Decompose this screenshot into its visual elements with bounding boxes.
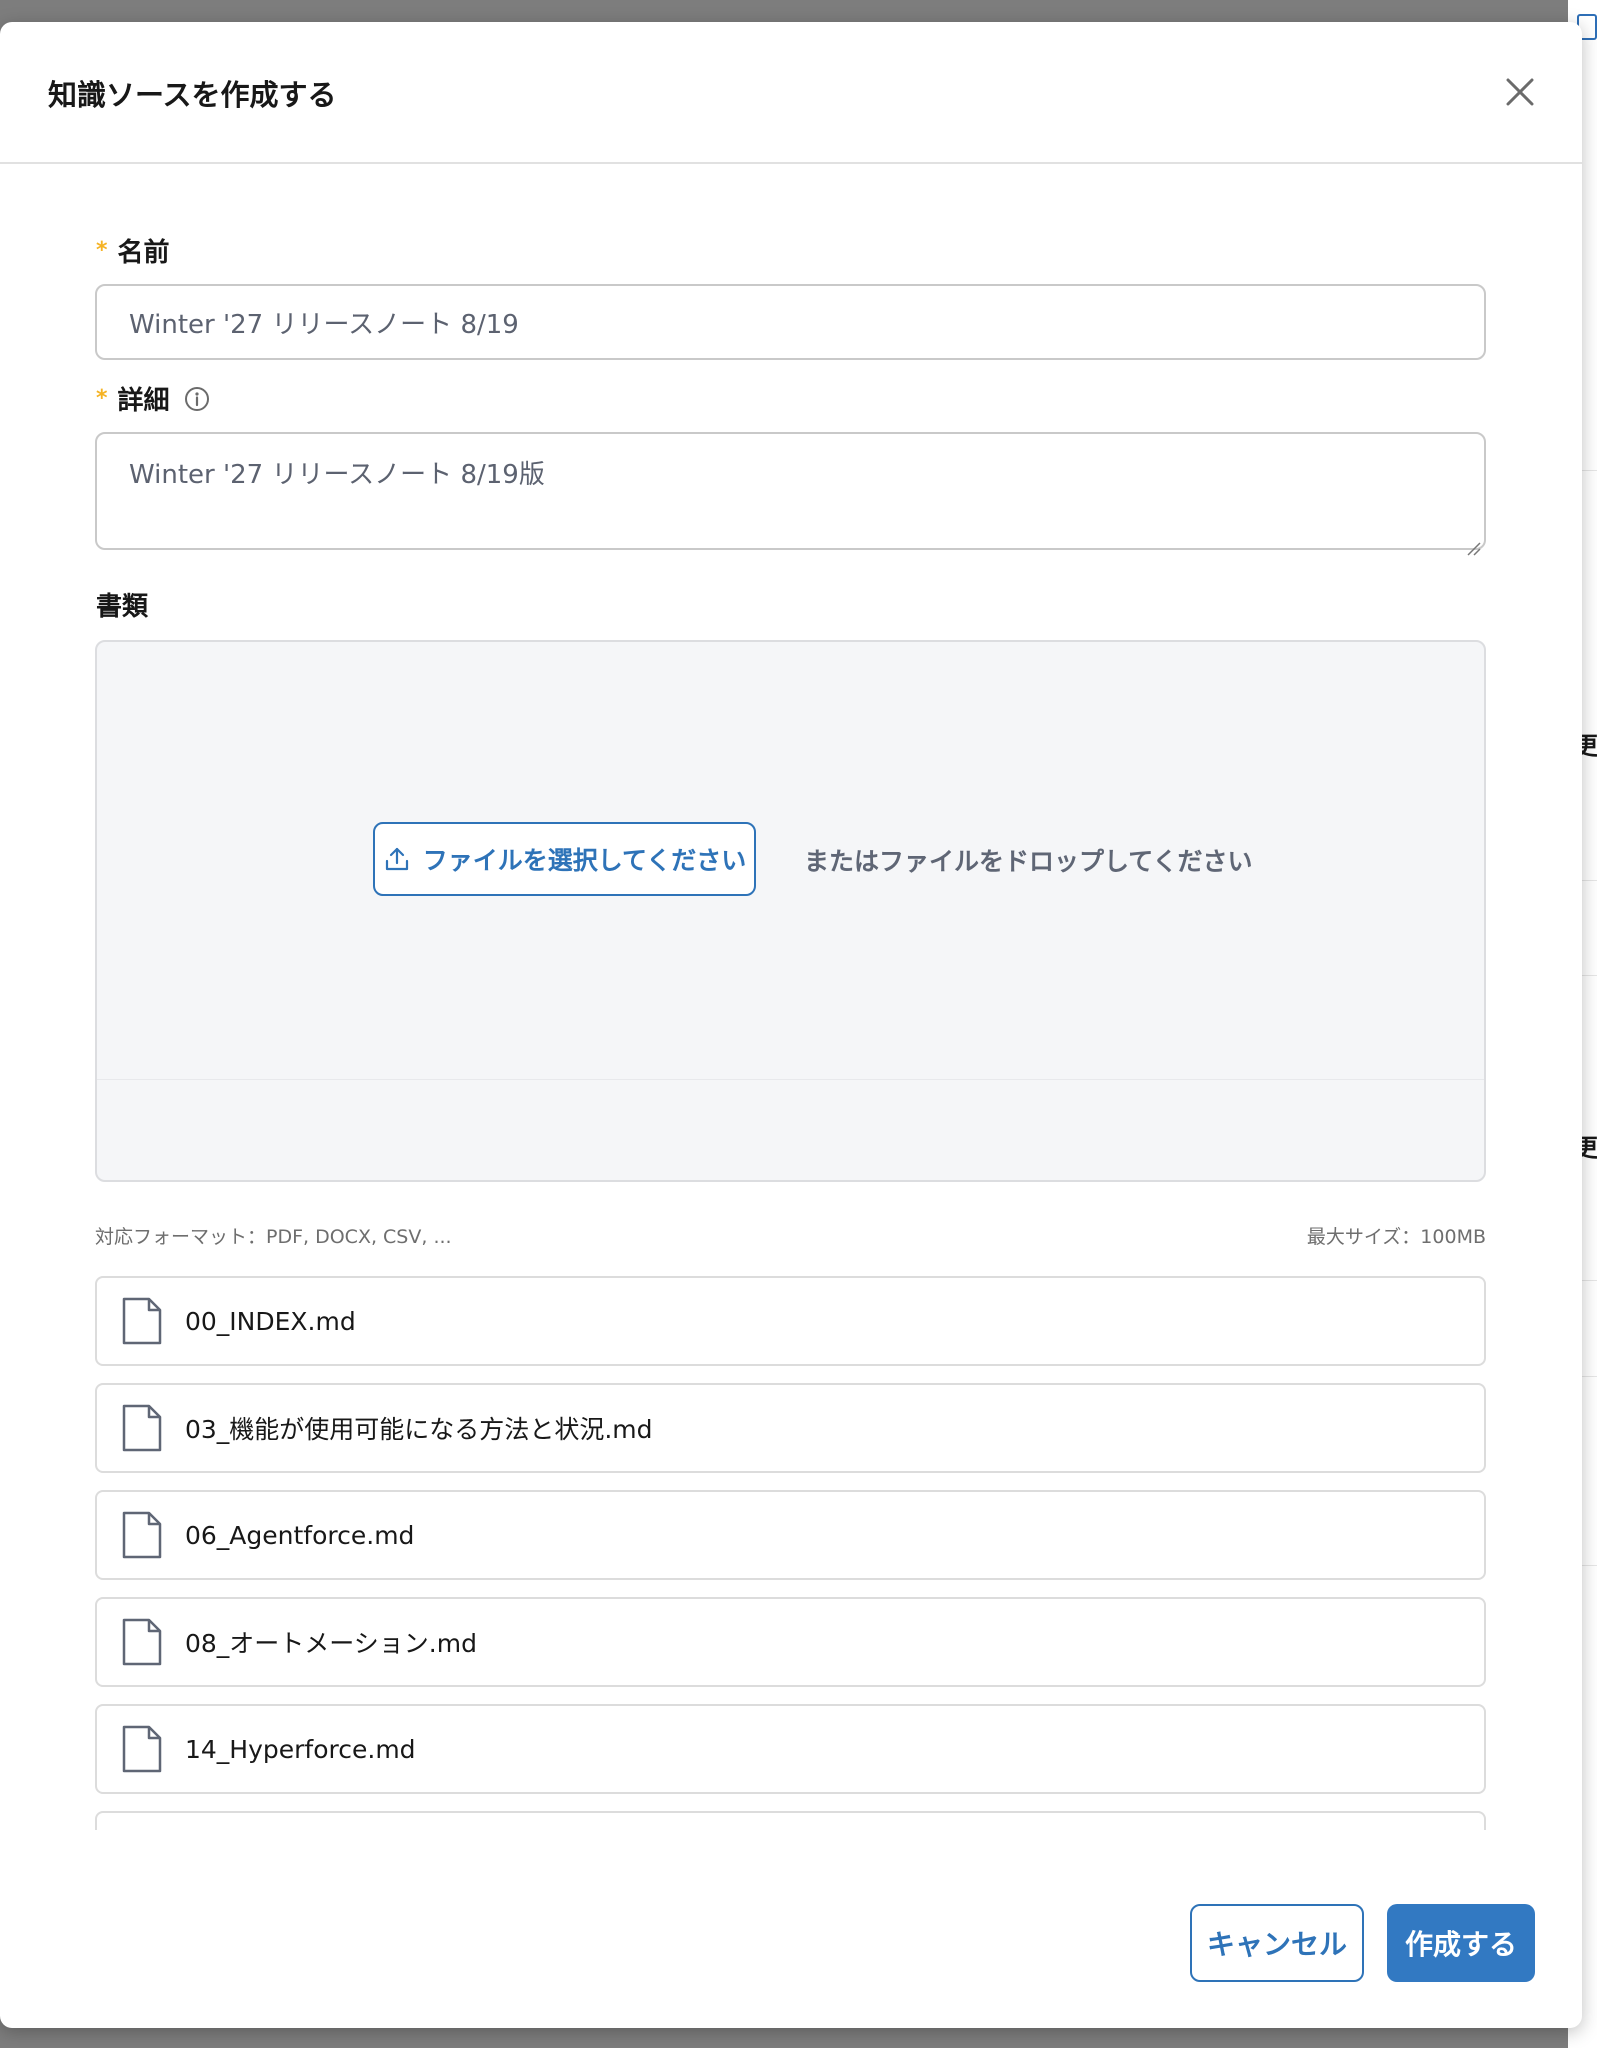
- file-icon: [122, 1297, 162, 1345]
- file-dropzone[interactable]: ファイルを選択してください またはファイルをドロップしてください: [95, 640, 1486, 1182]
- select-file-label: ファイルを選択してください: [422, 846, 747, 875]
- dialog-title: 知識ソースを作成する: [48, 78, 337, 112]
- file-icon: [122, 1511, 162, 1559]
- file-list-item[interactable]: 08_オートメーション.md: [95, 1597, 1486, 1687]
- supported-formats-text: 対応フォーマット：PDF, DOCX, CSV, ...: [95, 1226, 452, 1248]
- create-button[interactable]: 作成する: [1387, 1904, 1535, 1982]
- file-list-item[interactable]: 03_機能が使用可能になる方法と状況.md: [95, 1383, 1486, 1473]
- details-label-text: 詳細: [117, 386, 170, 416]
- drop-hint-text: またはファイルをドロップしてください: [804, 847, 1253, 876]
- file-list-item[interactable]: 06_Agentforce.md: [95, 1490, 1486, 1580]
- name-field-label: * 名前: [96, 232, 170, 269]
- file-name: 06_Agentforce.md: [185, 1520, 415, 1550]
- file-icon: [122, 1404, 162, 1452]
- details-field-label: * 詳細: [96, 380, 210, 417]
- close-icon: [1506, 78, 1534, 106]
- file-icon: [122, 1618, 162, 1666]
- uploaded-file-list[interactable]: 00_INDEX.md 03_機能が使用可能になる方法と状況.md 06_Age…: [95, 1276, 1486, 1830]
- file-name: 14_Hyperforce.md: [185, 1734, 416, 1764]
- name-input[interactable]: [95, 284, 1486, 360]
- required-mark: *: [96, 238, 108, 263]
- file-icon: [122, 1725, 162, 1773]
- close-button[interactable]: [1500, 72, 1540, 112]
- file-list-item[interactable]: 00_INDEX.md: [95, 1276, 1486, 1366]
- required-mark: *: [96, 386, 108, 411]
- documents-label: 書類: [96, 586, 148, 623]
- select-file-button[interactable]: ファイルを選択してください: [373, 822, 756, 896]
- file-name: 08_オートメーション.md: [185, 1629, 477, 1658]
- file-name: 03_機能が使用可能になる方法と状況.md: [185, 1415, 653, 1444]
- dropzone-divider: [97, 1079, 1484, 1080]
- documents-label-text: 書類: [96, 592, 149, 622]
- dialog-header: 知識ソースを作成する: [0, 22, 1582, 164]
- name-label-text: 名前: [117, 238, 170, 268]
- max-size-text: 最大サイズ：100MB: [1306, 1226, 1486, 1248]
- info-icon[interactable]: [184, 386, 210, 412]
- create-knowledge-source-dialog: 知識ソースを作成する * 名前 * 詳細 Winter '27 リリースノート …: [0, 22, 1582, 2028]
- details-textarea[interactable]: Winter '27 リリースノート 8/19版: [95, 432, 1486, 550]
- file-name: 00_INDEX.md: [185, 1306, 356, 1336]
- file-list-item[interactable]: 14_Hyperforce.md: [95, 1704, 1486, 1794]
- cancel-button[interactable]: キャンセル: [1190, 1904, 1364, 1982]
- upload-icon: [385, 847, 408, 871]
- textarea-resize-handle[interactable]: [1465, 540, 1481, 556]
- file-list-item[interactable]: [95, 1811, 1486, 1830]
